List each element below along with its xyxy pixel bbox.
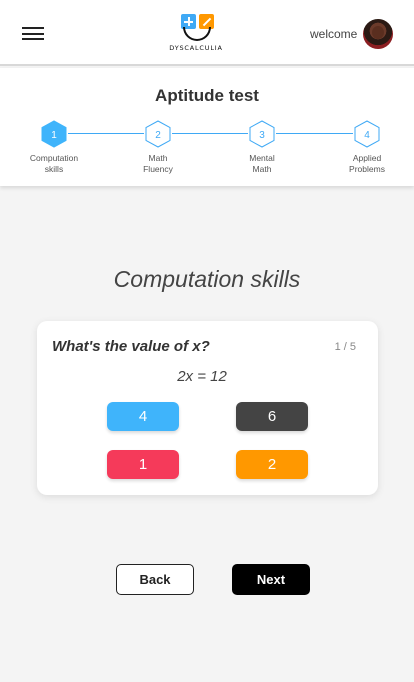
page-title: Aptitude test	[155, 86, 259, 105]
welcome-text: welcome	[310, 27, 358, 41]
step-applied-problems[interactable]: 4 Applied Problems	[337, 120, 397, 175]
next-button[interactable]: Next	[232, 564, 310, 595]
step-math-fluency[interactable]: 2 Math Fluency	[128, 120, 188, 175]
hamburger-menu-icon[interactable]	[22, 27, 44, 40]
step-computation-skills[interactable]: 1 Computation skills	[24, 120, 84, 175]
smile-icon	[183, 27, 211, 41]
step-label: Computation skills	[29, 153, 79, 174]
step-mental-math[interactable]: 3 Mental Math	[232, 120, 292, 175]
step-number: 2	[155, 130, 161, 141]
answer-option-button[interactable]: 2	[236, 450, 308, 479]
aptitude-stepper-panel: Aptitude test 1 Computation skills 2 Mat…	[0, 68, 414, 186]
step-label: Mental Math	[249, 153, 275, 174]
hexagon-step-icon: 2	[144, 120, 172, 148]
section-title: Computation skills	[113, 266, 301, 292]
question-card: What's the value of x? 1 / 5 2x = 12 4 6…	[37, 321, 378, 495]
step-label: Applied Problems	[349, 153, 385, 174]
user-avatar[interactable]	[363, 19, 393, 49]
step-label: Math Fluency	[143, 153, 173, 174]
answer-option-button[interactable]: 6	[236, 402, 308, 431]
hexagon-step-icon: 4	[353, 120, 381, 148]
dyscalculia-logo: DYSCALCULIA	[168, 14, 224, 54]
back-button[interactable]: Back	[116, 564, 194, 595]
logo-text: DYSCALCULIA	[169, 44, 223, 52]
top-app-bar: DYSCALCULIA welcome	[0, 0, 414, 66]
equation-text: 2x = 12	[177, 368, 227, 385]
step-number: 1	[51, 130, 57, 141]
step-number: 4	[364, 130, 370, 141]
answer-option-button[interactable]: 1	[107, 450, 179, 479]
step-number: 3	[259, 130, 265, 141]
question-text: What's the value of x?	[52, 338, 210, 355]
hexagon-step-icon: 3	[248, 120, 276, 148]
question-counter: 1 / 5	[334, 341, 356, 353]
answer-option-button[interactable]: 4	[107, 402, 179, 431]
hexagon-step-icon: 1	[40, 120, 68, 148]
